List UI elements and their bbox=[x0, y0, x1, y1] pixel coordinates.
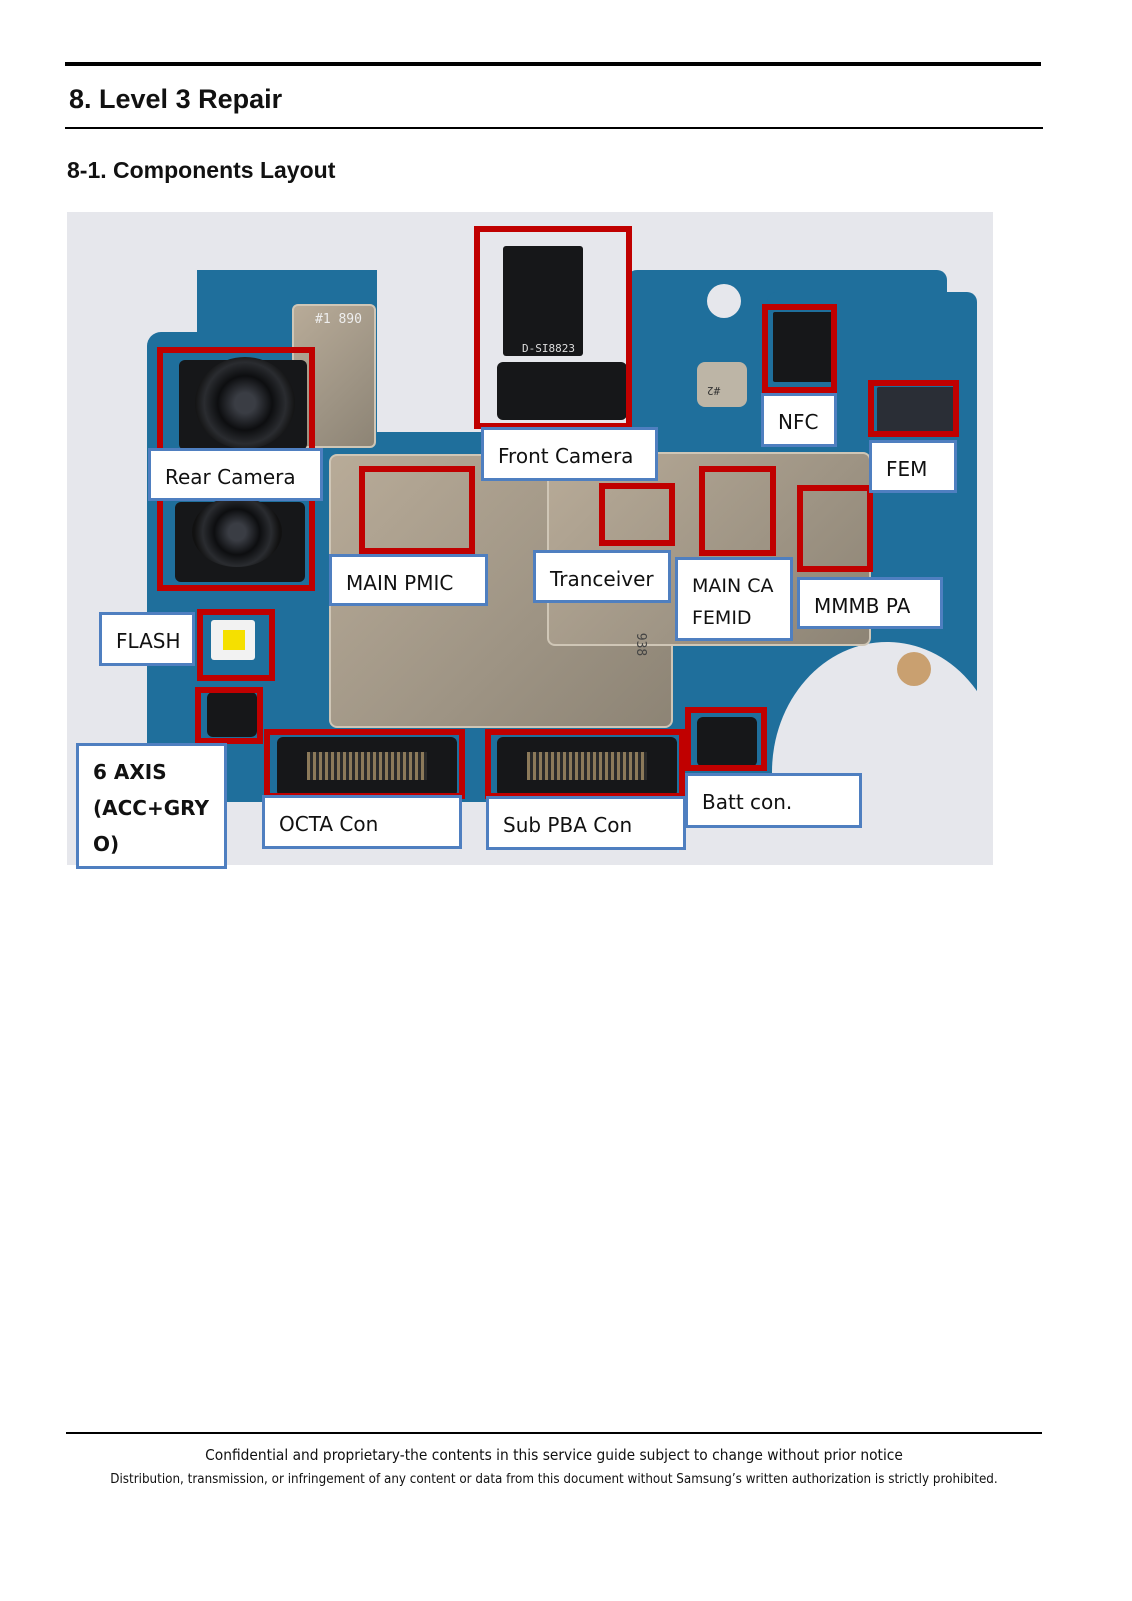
photo-marking: #1 890 bbox=[315, 312, 362, 327]
highlight-main-pmic bbox=[359, 466, 475, 554]
small-shield bbox=[697, 362, 747, 407]
label-line: (ACC+GRY bbox=[93, 796, 209, 820]
label-line: FEMID bbox=[692, 607, 752, 629]
highlight-mmmb-pa bbox=[797, 485, 873, 572]
footer-rule bbox=[66, 1432, 1042, 1434]
photo-marking: 938 bbox=[633, 632, 649, 657]
label-batt-con: Batt con. bbox=[685, 773, 862, 828]
subsection-title: 8-1. Components Layout bbox=[67, 157, 336, 183]
photo-marking: #2 bbox=[707, 384, 721, 397]
screw-pad bbox=[897, 652, 931, 686]
label-front-camera: Front Camera bbox=[481, 427, 658, 481]
highlight-batt-con bbox=[685, 707, 767, 771]
label-6-axis: 6 AXIS (ACC+GRY O) bbox=[76, 743, 227, 869]
footer-confidential: Confidential and proprietary-the content… bbox=[205, 1446, 903, 1464]
section-title: 8. Level 3 Repair bbox=[69, 84, 283, 114]
top-rule bbox=[65, 62, 1041, 66]
label-line: O) bbox=[93, 832, 120, 856]
highlight-flash bbox=[197, 609, 275, 681]
mounting-hole bbox=[707, 284, 741, 318]
label-fem: FEM bbox=[869, 440, 957, 493]
highlight-nfc bbox=[762, 304, 837, 393]
highlight-6-axis bbox=[195, 687, 263, 744]
label-tranceiver: Tranceiver bbox=[533, 550, 671, 603]
label-line: 6 AXIS bbox=[93, 760, 167, 784]
label-rear-camera: Rear Camera bbox=[148, 448, 323, 501]
label-line: MAIN CA bbox=[692, 575, 774, 597]
title-rule bbox=[65, 127, 1043, 129]
label-main-ca-femid: MAIN CA FEMID bbox=[675, 557, 793, 641]
highlight-sub-pba-con bbox=[485, 729, 685, 799]
label-main-pmic: MAIN PMIC bbox=[329, 554, 488, 606]
highlight-front-camera bbox=[474, 226, 632, 429]
label-flash: FLASH bbox=[99, 612, 195, 666]
footer-distribution: Distribution, transmission, or infringem… bbox=[110, 1472, 998, 1487]
highlight-main-ca-femid bbox=[699, 466, 776, 556]
highlight-fem bbox=[868, 380, 959, 437]
label-octa-con: OCTA Con bbox=[262, 795, 462, 849]
highlight-tranceiver bbox=[599, 483, 675, 546]
label-mmmb-pa: MMMB PA bbox=[797, 577, 943, 629]
label-nfc: NFC bbox=[761, 393, 837, 447]
document-page: 8. Level 3 Repair 8-1. Components Layout… bbox=[0, 0, 1132, 1601]
label-sub-pba-con: Sub PBA Con bbox=[486, 796, 686, 850]
highlight-octa-con bbox=[264, 729, 465, 799]
